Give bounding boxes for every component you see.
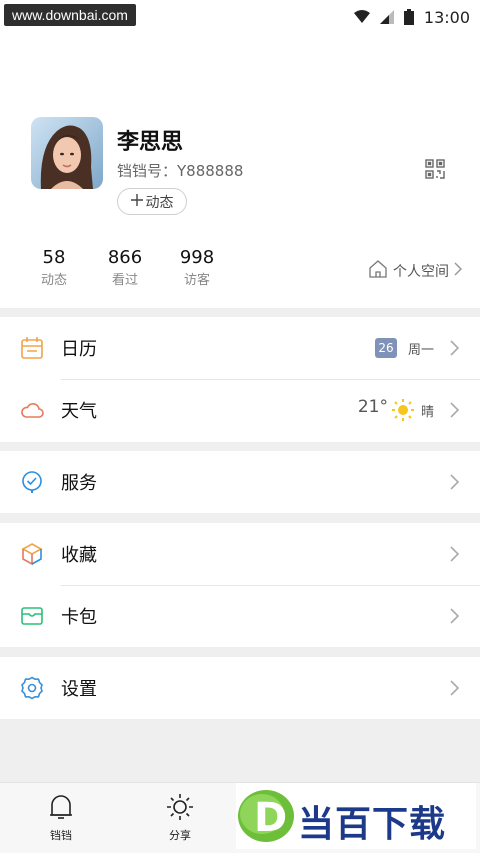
menu-label: 设置 [61, 679, 97, 700]
bell-icon [48, 795, 74, 825]
logo-mark-icon: D [238, 790, 294, 842]
wifi-icon [353, 10, 370, 24]
section-service: 服务 [0, 451, 480, 513]
chevron-right-icon [450, 608, 460, 624]
stat-dynamic[interactable]: 58 动态 [19, 245, 89, 291]
home-icon [368, 260, 388, 282]
cube-icon [20, 542, 44, 566]
add-dynamic-label: 动态 [145, 194, 174, 211]
menu-item-weather[interactable]: 天气 21° 晴 [0, 379, 480, 441]
tab-label: 铛铛 [50, 829, 72, 842]
chevron-right-icon [450, 402, 460, 418]
chevron-right-icon [450, 680, 460, 696]
status-time: 13:00 [423, 7, 470, 27]
tab-dingding[interactable]: 铛铛 [31, 793, 91, 843]
menu-label: 卡包 [61, 607, 97, 628]
stat-label: 访客 [183, 273, 210, 288]
menu-item-calendar[interactable]: 日历 26 周一 [0, 317, 480, 379]
chevron-right-icon [450, 340, 460, 356]
menu-label: 服务 [61, 473, 97, 494]
stat-value: 998 [179, 247, 215, 268]
wallet-icon [20, 604, 44, 628]
avatar[interactable] [31, 117, 103, 189]
stat-label: 动态 [40, 273, 67, 288]
watermark-logo: D 当百下载 [236, 783, 476, 849]
personal-space-link[interactable]: 个人空间 [368, 260, 463, 282]
personal-space-label: 个人空间 [393, 264, 449, 280]
section-favorites-card: 收藏 卡包 [0, 523, 480, 647]
chevron-right-icon [450, 474, 460, 490]
battery-icon [403, 9, 414, 25]
status-bar: www.downbai.com 13:00 [0, 0, 480, 36]
menu-label: 天气 [61, 401, 97, 422]
status-icons: 13:00 [353, 6, 470, 28]
temperature-text: 21° [357, 397, 388, 417]
settings-icon [20, 676, 44, 700]
weekday-text: 周一 [407, 343, 434, 358]
sun-icon [166, 794, 194, 825]
tab-share[interactable]: 分享 [150, 793, 210, 843]
stat-viewed[interactable]: 866 看过 [90, 245, 160, 291]
svg-text:D: D [254, 795, 287, 841]
menu-item-service[interactable]: 服务 [0, 451, 480, 513]
profile-card: 李思思 铛铛号：Y888888 动态 58 动态 866 看过 998 访客 个… [0, 36, 480, 308]
add-dynamic-button[interactable]: 动态 [117, 188, 187, 215]
qr-code-icon[interactable] [425, 159, 445, 179]
calendar-icon [20, 336, 44, 360]
service-icon [20, 470, 44, 494]
date-badge: 26 [375, 338, 397, 358]
section-calendar-weather: 日历 26 周一 天气 21° 晴 [0, 317, 480, 442]
signal-icon [379, 10, 394, 24]
cloud-icon [20, 398, 44, 422]
account-id: 铛铛号：Y888888 [117, 162, 244, 180]
logo-text: 当百下载 [298, 804, 447, 845]
menu-label: 收藏 [61, 545, 97, 566]
stat-value: 58 [42, 247, 66, 268]
menu-item-settings[interactable]: 设置 [0, 657, 480, 719]
weather-condition: 晴 [420, 405, 434, 420]
menu-item-favorites[interactable]: 收藏 [0, 523, 480, 585]
stat-label: 看过 [111, 273, 138, 288]
chevron-right-icon [454, 262, 463, 280]
stat-value: 866 [107, 247, 143, 268]
user-name: 李思思 [117, 130, 184, 155]
stat-visitors[interactable]: 998 访客 [162, 245, 232, 291]
tab-label: 分享 [169, 829, 191, 842]
plus-icon [130, 193, 143, 210]
chevron-right-icon [450, 546, 460, 562]
sun-icon [392, 399, 414, 421]
menu-item-card[interactable]: 卡包 [0, 585, 480, 647]
section-settings: 设置 [0, 657, 480, 719]
menu-label: 日历 [61, 339, 97, 360]
watermark: www.downbai.com [4, 4, 136, 26]
